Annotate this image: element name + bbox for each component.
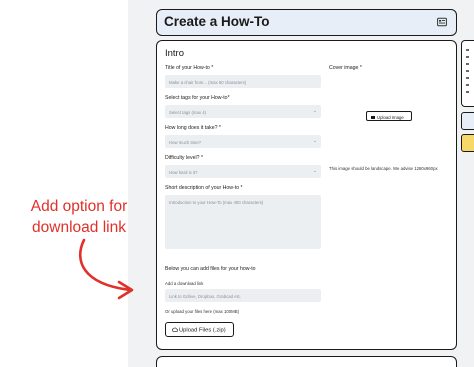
upload-files-hint: Or upload your files here (max 100MB) <box>165 309 240 314</box>
time-select-value: How much time? <box>169 139 201 145</box>
cover-image-hint: This image should be landscape. We advis… <box>329 166 438 171</box>
chevron-down-icon: ⌄ <box>312 168 317 174</box>
upload-image-label: Upload Image <box>377 114 404 120</box>
side-guidelines-card <box>461 40 474 107</box>
title-input[interactable]: Make a chair from... (max 50 characters) <box>165 75 321 88</box>
upload-cloud-icon <box>171 327 179 332</box>
header-card: Create a How-To <box>156 9 457 36</box>
tags-select[interactable]: Select tags (max 4) ⌄ <box>165 105 321 118</box>
difficulty-select-value: How hard is it? <box>169 169 198 175</box>
side-text-lines <box>466 49 472 98</box>
title-field-label: Title of your How-to * <box>165 65 214 71</box>
description-field-label: Short description of your How-to * <box>165 185 243 191</box>
next-section-card <box>156 356 457 367</box>
chevron-down-icon: ⌄ <box>312 138 317 144</box>
left-margin <box>0 0 128 367</box>
difficulty-field-label: Difficulty level? * <box>165 155 203 161</box>
tags-select-value: Select tags (max 4) <box>169 109 207 115</box>
upload-image-button[interactable]: Upload Image <box>366 111 412 121</box>
tags-field-label: Select tags for your How-to* <box>165 95 230 101</box>
files-heading: Below you can add files for your how-to <box>165 266 256 272</box>
difficulty-select[interactable]: How hard is it? ⌄ <box>165 165 321 178</box>
annotation-arrow-icon <box>79 238 134 300</box>
cover-image-label: Cover image * <box>329 65 362 71</box>
intro-section-title: Intro <box>165 48 185 59</box>
time-select[interactable]: How much time? ⌄ <box>165 135 321 148</box>
download-link-label: Add a download link <box>165 281 204 286</box>
side-submit-button[interactable] <box>461 134 474 152</box>
image-icon <box>371 116 375 119</box>
upload-files-button[interactable]: Upload Files (.zip) <box>165 322 234 337</box>
description-textarea[interactable]: Introduction to your How-To (max 400 cha… <box>165 195 321 249</box>
side-action-button[interactable] <box>461 112 474 130</box>
annotation-note: Add option for download link <box>30 198 128 236</box>
chevron-down-icon: ⌄ <box>312 108 317 114</box>
cover-image-dropzone[interactable]: Upload Image <box>328 74 449 160</box>
download-link-input[interactable]: Link to Gdrive, Dropbox, Grabcad etc. <box>165 289 321 302</box>
page-title: Create a How-To <box>164 14 270 29</box>
image-icon[interactable] <box>437 17 447 27</box>
intro-form-card: Intro Title of your How-to * Make a chai… <box>156 40 457 350</box>
time-field-label: How long does it take? * <box>165 125 221 131</box>
upload-files-label: Upload Files (.zip) <box>179 327 226 334</box>
